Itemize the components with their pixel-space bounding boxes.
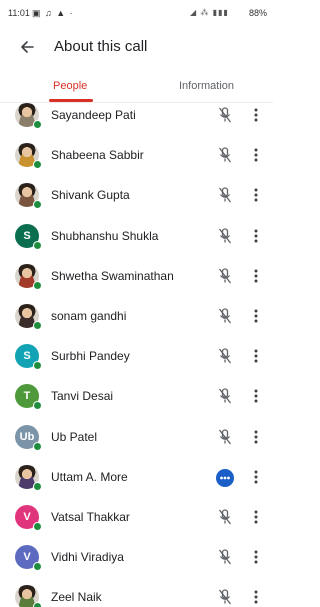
participant-name: sonam gandhi (51, 309, 127, 323)
online-status-dot (33, 200, 42, 210)
more-options-icon[interactable] (253, 387, 259, 405)
back-arrow-icon (21, 41, 34, 53)
participant-row[interactable]: Sayandeep Pati (0, 103, 273, 135)
mic-off-icon (217, 428, 233, 446)
participant-row[interactable]: V Vatsal Thakkar (0, 497, 273, 537)
mic-off-icon (217, 347, 233, 365)
participant-row[interactable]: Shabeena Sabbir (0, 135, 273, 175)
more-options-icon[interactable] (253, 548, 259, 566)
participant-row[interactable]: T Tanvi Desai (0, 376, 273, 416)
more-options-icon[interactable] (253, 106, 259, 124)
mic-off-icon (217, 307, 233, 325)
back-button[interactable] (14, 34, 40, 60)
mic-off-icon (217, 387, 233, 405)
tab-people[interactable]: People (53, 80, 87, 92)
online-status-dot (33, 481, 42, 491)
speaking-dots-icon (220, 476, 230, 480)
participant-row[interactable]: Uttam A. More (0, 457, 273, 497)
tab-bar: People Information (0, 72, 273, 103)
more-options-icon[interactable] (253, 508, 259, 526)
online-status-dot (33, 240, 42, 250)
participant-name: Vidhi Viradiya (51, 550, 124, 565)
mic-off-icon (217, 588, 233, 606)
participant-row[interactable]: Zeel Naik (0, 577, 273, 607)
participant-name: Tanvi Desai (51, 389, 114, 404)
tab-information[interactable]: Information (179, 80, 234, 92)
more-options-icon[interactable] (253, 347, 259, 365)
participant-list: Sayandeep Pati Shabeena Sabbir Shivank Gup… (0, 103, 273, 607)
mic-off-icon (217, 548, 233, 566)
mic-off-icon (217, 186, 233, 204)
more-options-icon[interactable] (253, 146, 259, 164)
participant-name: Sayandeep Pati (51, 108, 136, 122)
mic-off-icon (217, 106, 233, 124)
online-status-dot (33, 401, 42, 411)
online-status-dot (33, 361, 42, 371)
more-options-icon[interactable] (253, 186, 259, 204)
participant-row[interactable]: S Surbhi Pandey (0, 336, 273, 376)
participant-name: Zeel Naik (51, 590, 102, 605)
online-status-dot (33, 562, 42, 572)
status-time: 11:01 (8, 8, 30, 18)
battery-level: 88% (248, 8, 267, 18)
participant-name: Shwetha Swaminathan (51, 268, 174, 283)
participant-name: Ub Patel (51, 429, 98, 444)
more-options-icon[interactable] (253, 227, 259, 245)
participant-row[interactable]: Ub Ub Patel (0, 417, 273, 457)
speaking-indicator-icon (216, 468, 234, 487)
participant-row[interactable]: Shivank Gupta (0, 175, 273, 215)
mic-off-icon (217, 267, 233, 285)
participant-name: Shabeena Sabbir (51, 148, 144, 163)
participant-row[interactable]: Shwetha Swaminathan (0, 256, 273, 296)
participant-name: Surbhi Pandey (51, 349, 130, 364)
participant-row[interactable]: sonam gandhi (0, 296, 273, 336)
active-tab-indicator (49, 99, 93, 102)
online-status-dot (33, 321, 42, 330)
participant-row[interactable]: S Shubhanshu Shukla (0, 216, 273, 256)
more-options-icon[interactable] (253, 588, 259, 606)
more-options-icon[interactable] (253, 468, 259, 486)
more-options-icon[interactable] (253, 307, 259, 325)
participant-name: Uttam A. More (51, 469, 128, 484)
more-options-icon[interactable] (253, 428, 259, 446)
online-status-dot (33, 602, 42, 607)
app-bar: About this call (0, 28, 273, 68)
online-status-dot (33, 522, 42, 531)
page-title: About this call (54, 38, 148, 55)
participant-name: Vatsal Thakkar (51, 510, 130, 524)
mic-off-icon (217, 227, 233, 245)
online-status-dot (33, 280, 42, 290)
participant-row[interactable]: V Vidhi Viradiya (0, 537, 273, 577)
online-status-dot (33, 441, 42, 451)
signal-icons: ◢ ⁂ ▮▮▮ (190, 8, 229, 17)
notification-icons: ▣ ♫ ▲ · (32, 8, 74, 18)
mic-off-icon (217, 146, 233, 164)
online-status-dot (33, 120, 42, 129)
online-status-dot (33, 160, 42, 170)
status-bar: 11:01 ▣ ♫ ▲ · ◢ ⁂ ▮▮▮ 88% (0, 0, 273, 28)
mic-off-icon (217, 508, 233, 526)
more-options-icon[interactable] (253, 267, 259, 285)
participant-name: Shubhanshu Shukla (51, 228, 159, 243)
participant-name: Shivank Gupta (51, 188, 130, 203)
